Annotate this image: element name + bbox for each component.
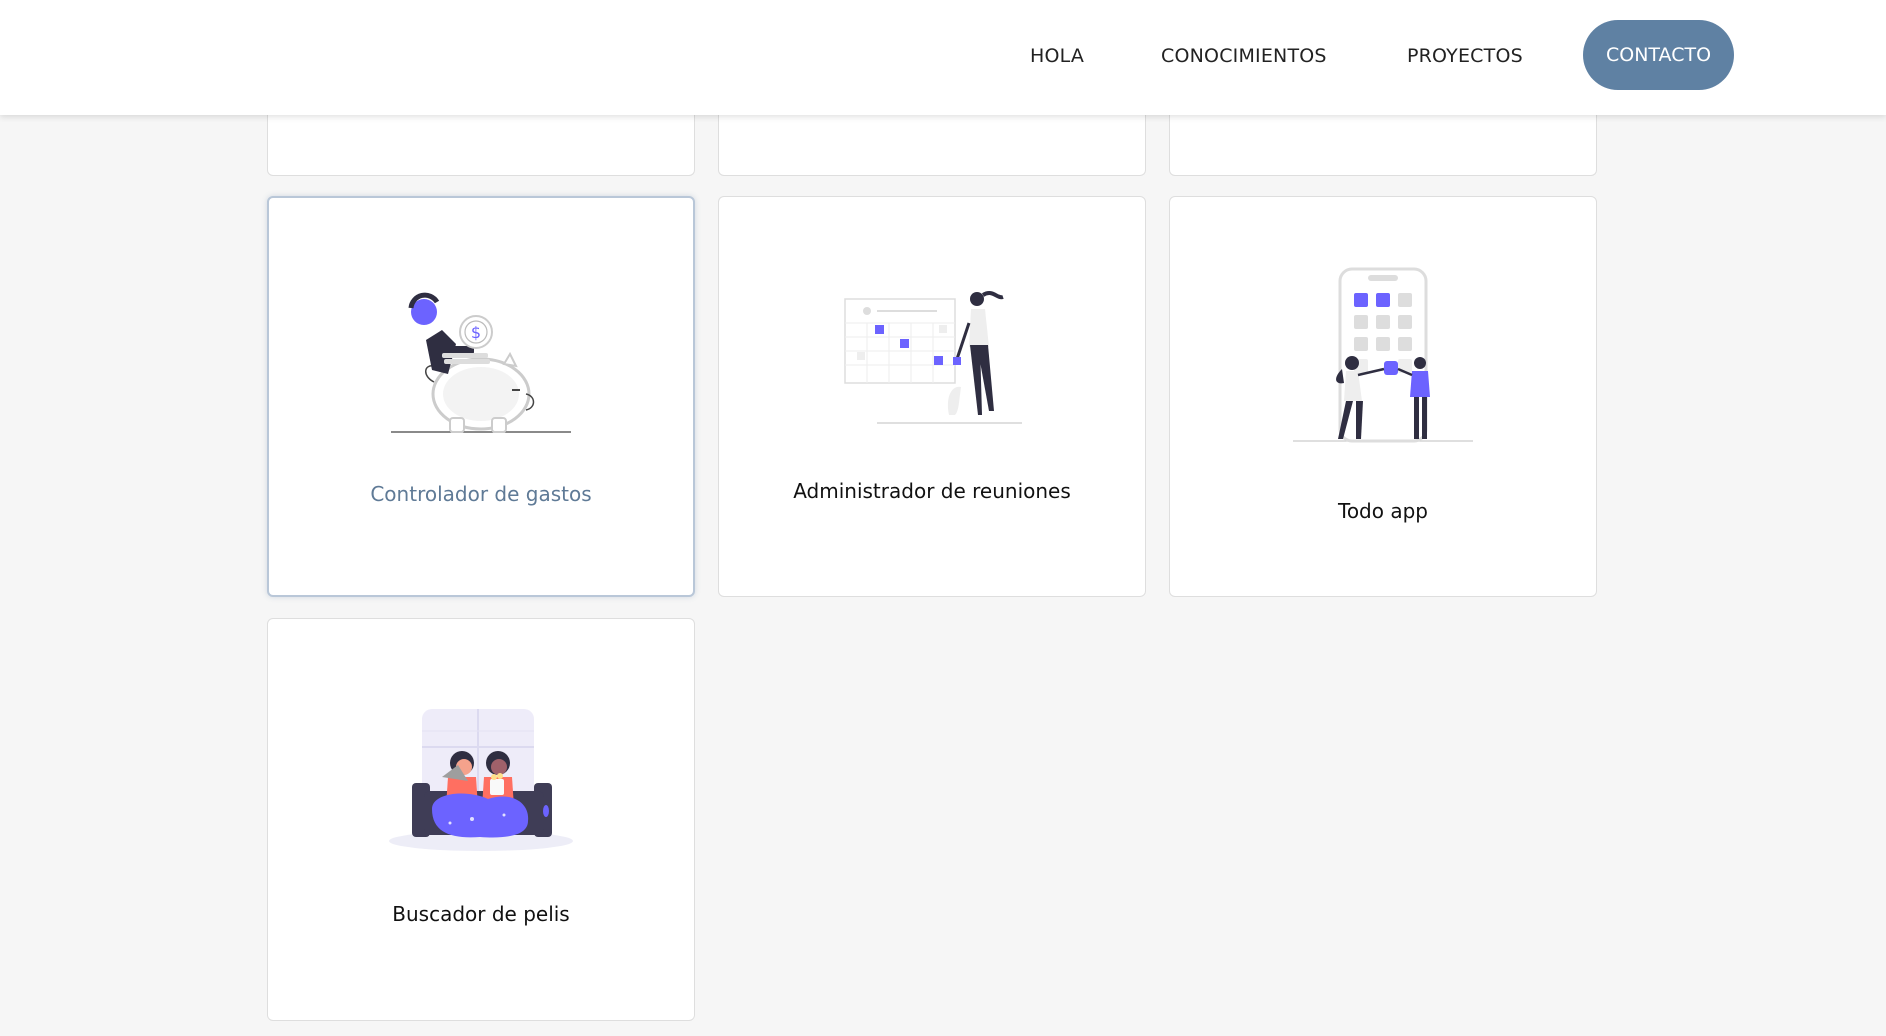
project-title: Buscador de pelis bbox=[392, 902, 570, 926]
nav-link-proyectos[interactable]: PROYECTOS bbox=[1407, 0, 1523, 112]
project-title: Administrador de reuniones bbox=[793, 479, 1071, 503]
contacto-button[interactable]: CONTACTO bbox=[1583, 20, 1734, 90]
project-card-buscador-pelis[interactable]: Buscador de pelis bbox=[267, 618, 695, 1021]
nav-link-hola[interactable]: HOLA bbox=[1030, 0, 1084, 112]
svg-text:$: $ bbox=[471, 323, 481, 342]
piggy-bank-illustration: $ bbox=[391, 292, 571, 433]
calendar-woman-illustration bbox=[844, 291, 1022, 424]
project-card-controlador-gastos[interactable]: $ Controlador de gastos bbox=[267, 196, 695, 597]
project-card-administrador-reuniones[interactable]: Administrador de reuniones bbox=[718, 196, 1146, 597]
movie-couch-illustration bbox=[389, 709, 573, 851]
project-card-todo-app[interactable]: Todo app bbox=[1169, 196, 1597, 597]
project-title: Controlador de gastos bbox=[370, 482, 592, 506]
mobile-app-illustration bbox=[1293, 267, 1473, 443]
project-title: Todo app bbox=[1338, 499, 1428, 523]
nav-link-conocimientos[interactable]: CONOCIMIENTOS bbox=[1161, 0, 1327, 112]
top-navbar: HOLA CONOCIMIENTOS PROYECTOS CONTACTO bbox=[0, 0, 1886, 115]
